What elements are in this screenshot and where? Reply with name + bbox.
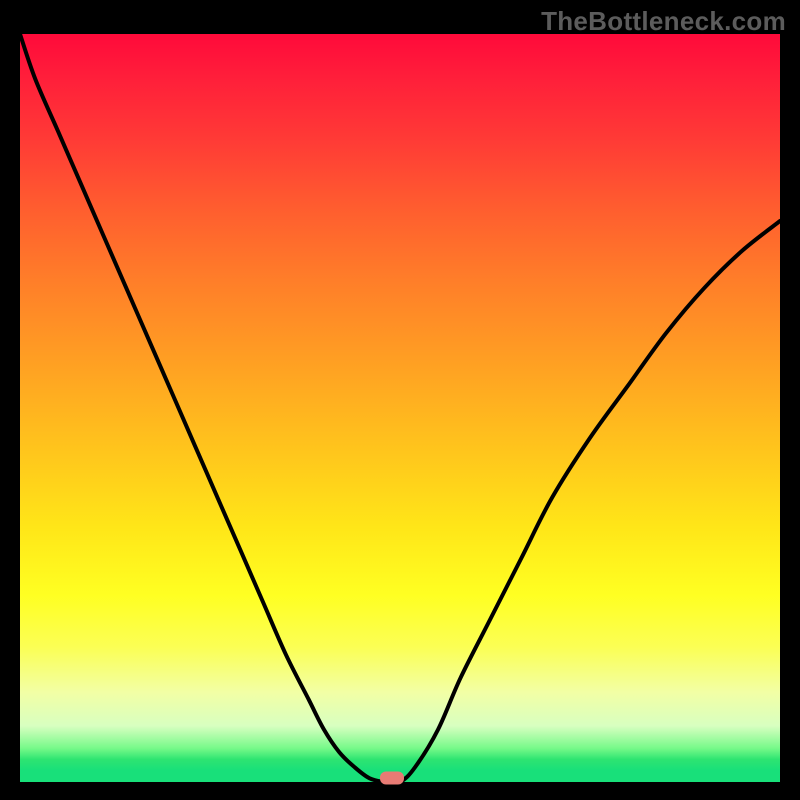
bottleneck-curve [20, 34, 780, 782]
curve-svg [20, 34, 780, 782]
plot-area [20, 34, 780, 782]
watermark-text: TheBottleneck.com [541, 6, 786, 37]
chart-container: TheBottleneck.com [0, 0, 800, 800]
optimum-marker [380, 772, 404, 785]
